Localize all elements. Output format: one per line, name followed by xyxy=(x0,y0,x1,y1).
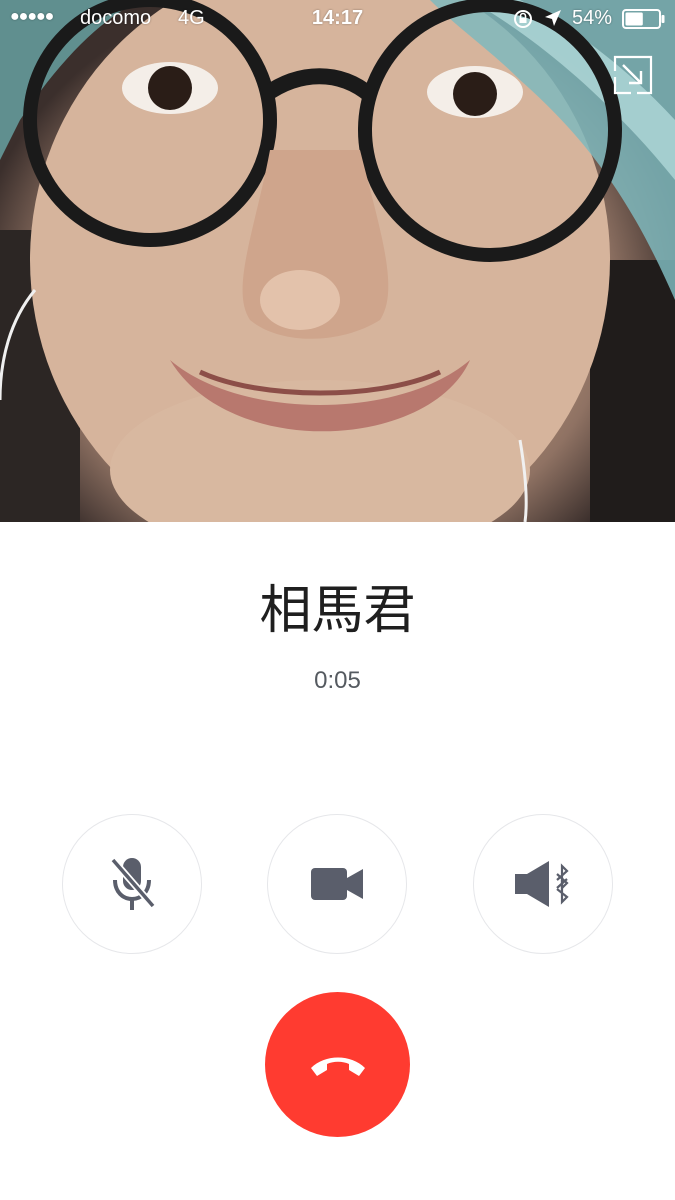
battery-fill xyxy=(625,12,643,26)
mute-button[interactable] xyxy=(62,814,202,954)
battery-icon xyxy=(622,9,665,29)
microphone-muted-icon xyxy=(110,857,156,910)
remote-video-image xyxy=(0,0,675,522)
speaker-button[interactable] xyxy=(473,814,613,954)
status-time: 14:17 xyxy=(311,7,364,29)
speaker-bluetooth-icon xyxy=(515,861,569,907)
network-type: 4G xyxy=(178,7,205,29)
carrier-name: docomo xyxy=(80,7,152,29)
remote-video[interactable]: ●●●●● docomo 4G 14:17 54% xyxy=(0,0,675,522)
phone-hangup-icon xyxy=(310,1057,365,1076)
caller-name: 相馬君 xyxy=(259,581,416,641)
video-camera-icon xyxy=(311,868,363,900)
orientation-lock-icon xyxy=(514,10,532,28)
end-call-button[interactable] xyxy=(265,992,410,1137)
signal-icon: ●●●●● xyxy=(10,8,54,25)
battery-percent: 54% xyxy=(572,7,613,29)
video-toggle-button[interactable] xyxy=(267,814,407,954)
status-bar: ●●●●● docomo 4G 14:17 54% xyxy=(0,0,675,36)
minimize-video-icon[interactable] xyxy=(613,55,653,95)
location-arrow-icon xyxy=(545,10,561,26)
call-duration: 0:05 xyxy=(314,667,361,694)
